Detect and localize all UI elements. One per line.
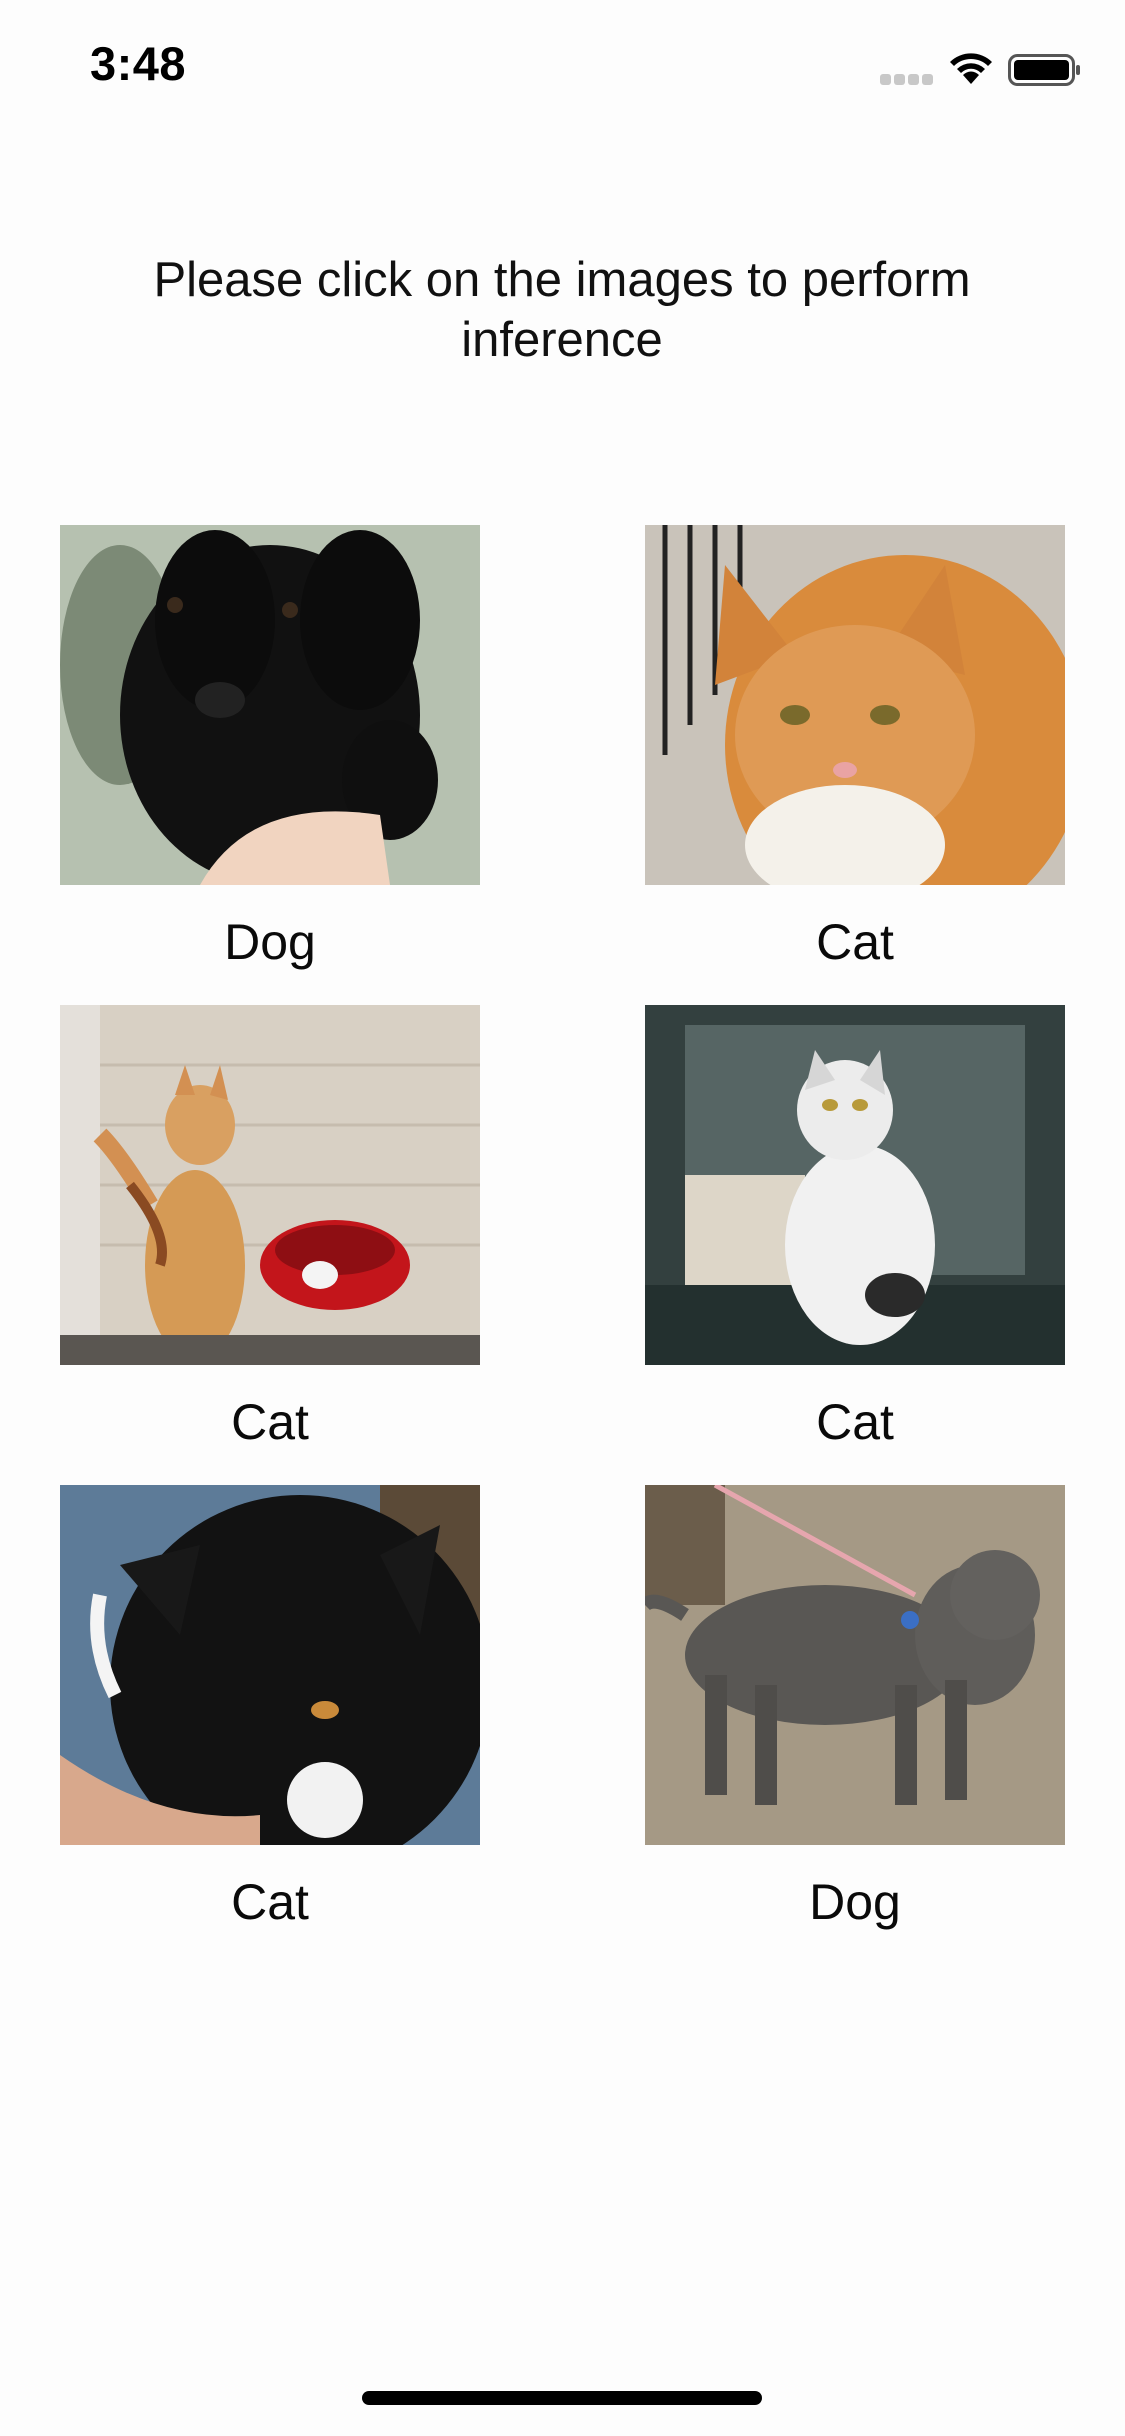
battery-icon <box>1008 54 1080 86</box>
image-label: Cat <box>231 1394 309 1450</box>
app-screen: 3:48 Please click on the images to perfo… <box>0 0 1125 2436</box>
image-card-3[interactable]: Cat <box>60 1005 480 1451</box>
home-indicator[interactable] <box>362 2391 762 2405</box>
white-cat-photo[interactable] <box>645 1005 1065 1365</box>
status-time: 3:48 <box>90 37 187 90</box>
image-label: Cat <box>816 1394 894 1450</box>
image-card-6[interactable]: Dog <box>645 1485 1065 1931</box>
signal-icon <box>880 72 936 86</box>
image-card-1[interactable]: Dog <box>60 525 480 971</box>
image-label: Cat <box>231 1874 309 1930</box>
image-label: Cat <box>816 914 894 970</box>
black-puppy-photo[interactable] <box>60 525 480 885</box>
grey-dog-photo[interactable] <box>645 1485 1065 1845</box>
orange-cat-photo[interactable] <box>645 525 1065 885</box>
image-card-5[interactable]: Cat <box>60 1485 480 1931</box>
playing-cat-photo[interactable] <box>60 1005 480 1365</box>
image-label: Dog <box>809 1874 901 1930</box>
image-card-2[interactable]: Cat <box>645 525 1065 971</box>
wifi-icon <box>950 53 992 84</box>
black-cat-photo[interactable] <box>60 1485 480 1845</box>
image-card-4[interactable]: Cat <box>645 1005 1065 1451</box>
image-label: Dog <box>224 914 316 970</box>
status-bar: 3:48 <box>0 0 1125 140</box>
page-title: Please click on the images to perform in… <box>153 253 971 367</box>
